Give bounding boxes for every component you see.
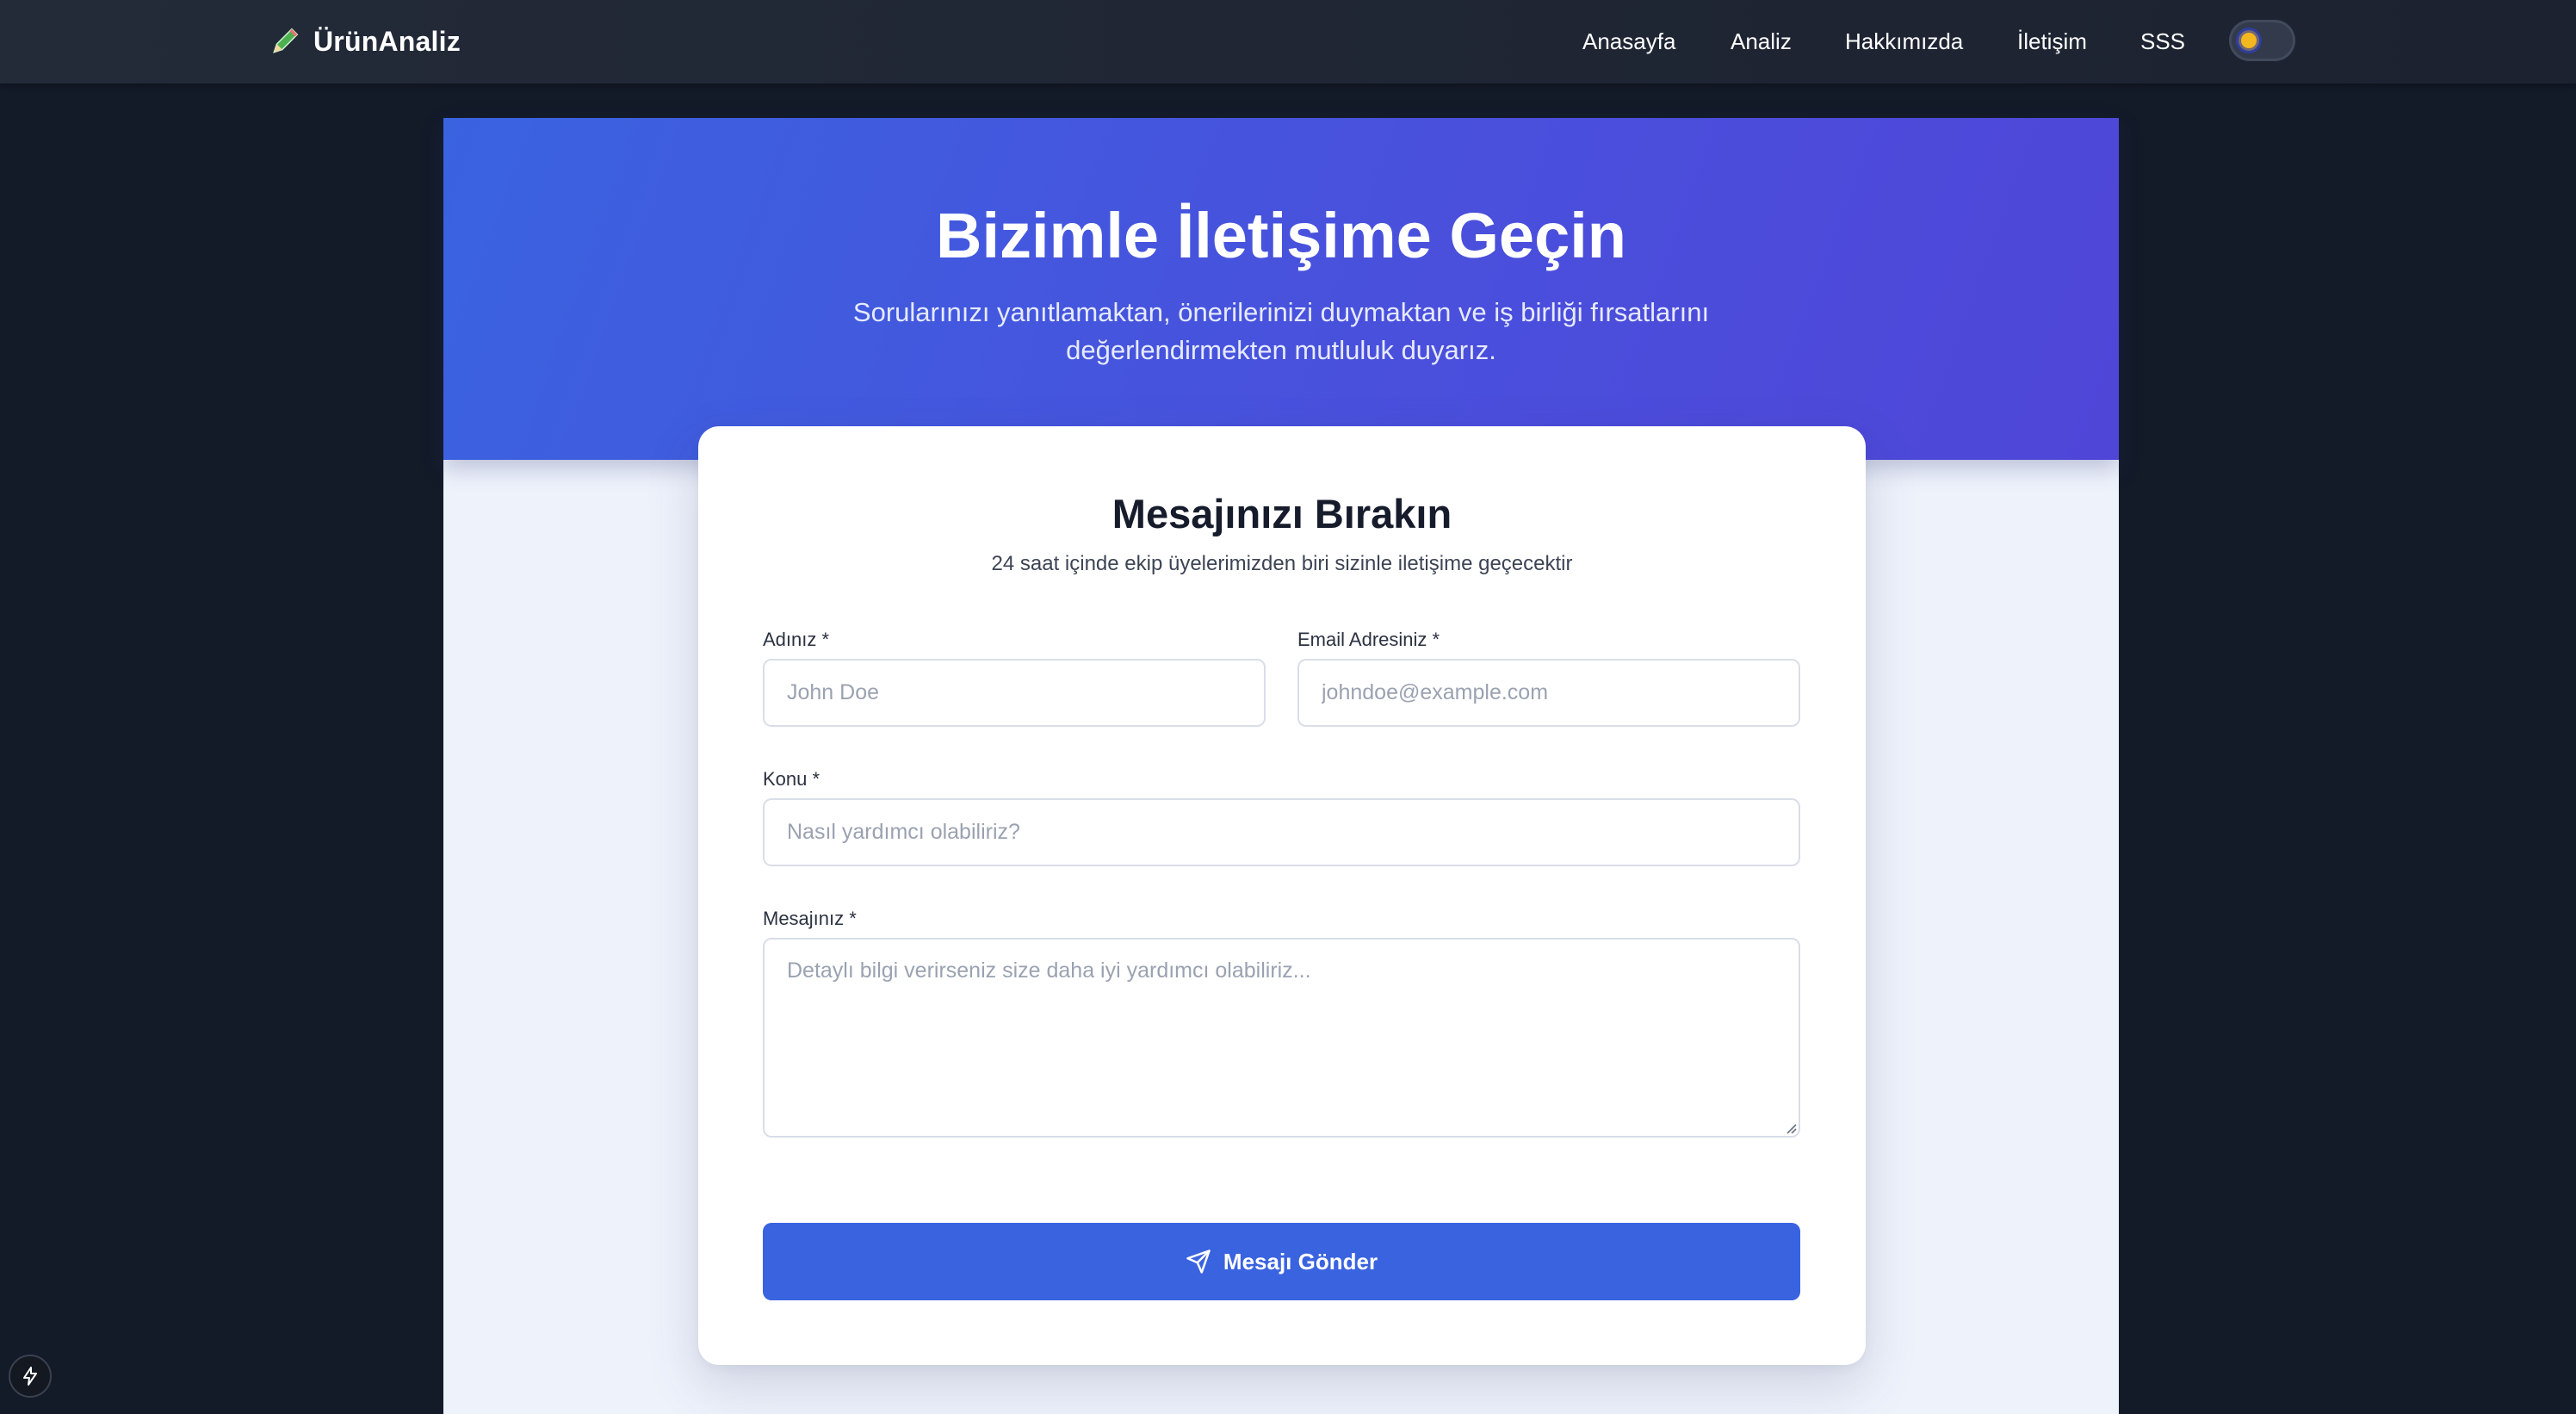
message-textarea[interactable] [763,938,1800,1138]
name-label: Adınız * [763,629,830,650]
hero-title: Bizimle İletişime Geçin [936,200,1626,271]
resize-handle-icon[interactable] [1783,1120,1797,1134]
contact-page: Bizimle İletişime Geçin Sorularınızı yan… [443,118,2119,1414]
send-icon [1186,1250,1211,1274]
name-input[interactable] [763,659,1266,727]
hero-banner: Bizimle İletişime Geçin Sorularınızı yan… [443,118,2119,460]
top-navbar: ÜrünAnaliz Anasayfa Analiz Hakkımızda İl… [0,0,2576,84]
nav-link-hakkimizda[interactable]: Hakkımızda [1845,26,1963,57]
form-subtitle: 24 saat içinde ekip üyelerimizden biri s… [991,552,1573,575]
subject-label: Konu * [763,768,820,790]
send-message-label: Mesajı Gönder [1223,1248,1378,1274]
nav-link-anasayfa[interactable]: Anasayfa [1582,26,1675,57]
nav-menu: Anasayfa Analiz Hakkımızda İletişim SSS [0,0,2576,84]
contact-form-card: Mesajınızı Bırakın 24 saat içinde ekip ü… [698,426,1866,1365]
send-message-button[interactable]: Mesajı Gönder [763,1223,1800,1300]
email-input[interactable] [1297,659,1800,727]
nav-link-analiz[interactable]: Analiz [1731,26,1792,57]
lightning-icon [23,1367,37,1386]
hero-subtitle: Sorularınızı yanıtlamaktan, önerileriniz… [852,297,1710,365]
nav-link-sss[interactable]: SSS [2140,26,2185,57]
sun-icon [2241,33,2257,48]
dev-tools-badge[interactable] [9,1355,52,1398]
theme-toggle[interactable] [2229,20,2295,61]
message-label: Mesajınız * [763,908,857,929]
form-title: Mesajınızı Bırakın [1112,491,1452,536]
nav-link-iletisim[interactable]: İletişim [2017,26,2087,57]
theme-toggle-knob [2236,28,2262,53]
email-label: Email Adresiniz * [1297,629,1440,650]
subject-input[interactable] [763,798,1800,866]
